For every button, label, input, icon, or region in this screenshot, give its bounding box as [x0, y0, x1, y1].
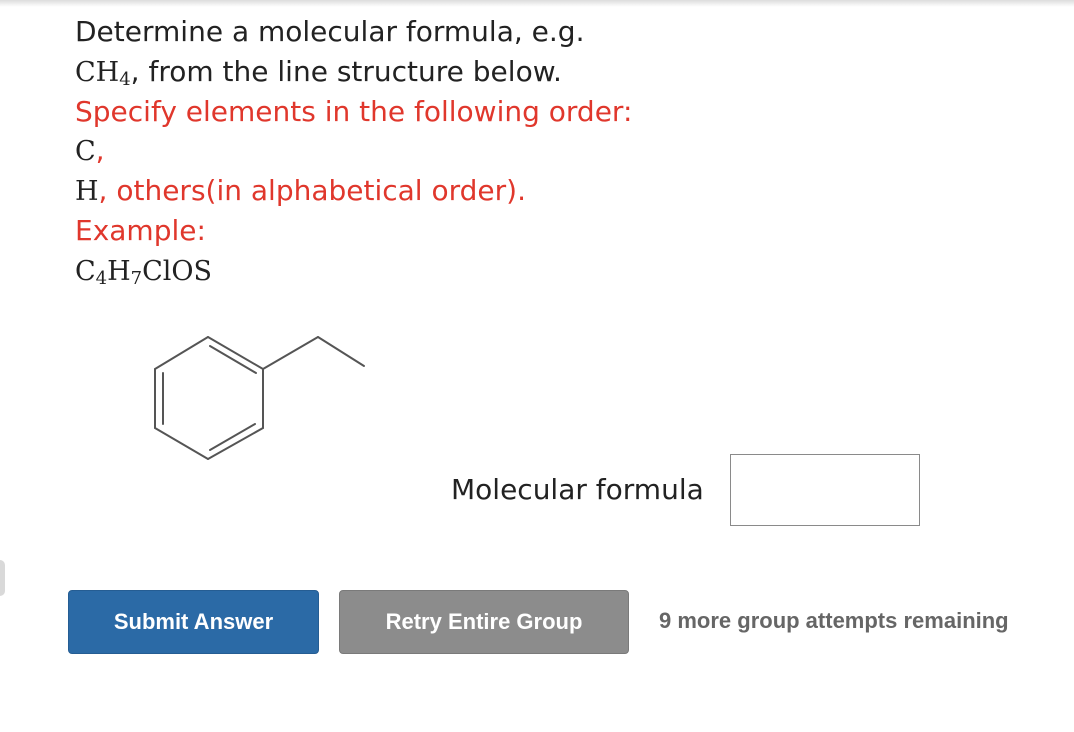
ethylbenzene-line-structure — [154, 336, 365, 460]
example-h-subscript: 7 — [130, 268, 143, 289]
order-hydrogen-others: H, others(in alphabetical order). — [75, 171, 526, 212]
double-bond-inner-1 — [209, 345, 257, 374]
example-h: H — [107, 256, 131, 287]
question-line-2: CH4, from the line structure below. — [75, 52, 562, 93]
submit-answer-label: Submit Answer — [113, 609, 274, 634]
submit-answer-button[interactable]: Submit Answer — [68, 590, 319, 654]
attempts-remaining: 9 more group attempts remaining — [659, 608, 1009, 633]
side-panel-tab[interactable] — [0, 560, 5, 596]
benzene-ring — [154, 336, 264, 460]
question-line-2-text: , from the line structure below. — [130, 55, 562, 88]
example-label: Example: — [75, 214, 206, 247]
example-rest: ClOS — [142, 256, 213, 287]
ethyl-chain — [262, 336, 365, 370]
molecular-formula-label: Molecular formula — [451, 473, 704, 506]
top-divider — [0, 0, 1074, 7]
formula-subscript: 4 — [119, 69, 131, 90]
element-h: H — [75, 176, 99, 207]
question-line-1: Determine a molecular formula, e.g. — [75, 15, 585, 48]
example-c: C — [75, 256, 96, 287]
formula-ch: CH — [75, 57, 120, 88]
retry-entire-group-button[interactable]: Retry Entire Group — [339, 590, 629, 654]
molecular-formula-input[interactable] — [730, 454, 920, 526]
order-carbon: C, — [75, 131, 105, 172]
example-formula-ch4: CH4 — [75, 57, 131, 90]
order-others-text: , others(in alphabetical order). — [98, 174, 526, 207]
retry-entire-group-label: Retry Entire Group — [385, 609, 583, 634]
comma: , — [95, 134, 105, 167]
instruction-order: Specify elements in the following order: — [75, 95, 633, 128]
element-c: C — [75, 136, 96, 167]
example-c-subscript: 4 — [95, 268, 108, 289]
example-formula: C4H7ClOS — [75, 251, 212, 292]
